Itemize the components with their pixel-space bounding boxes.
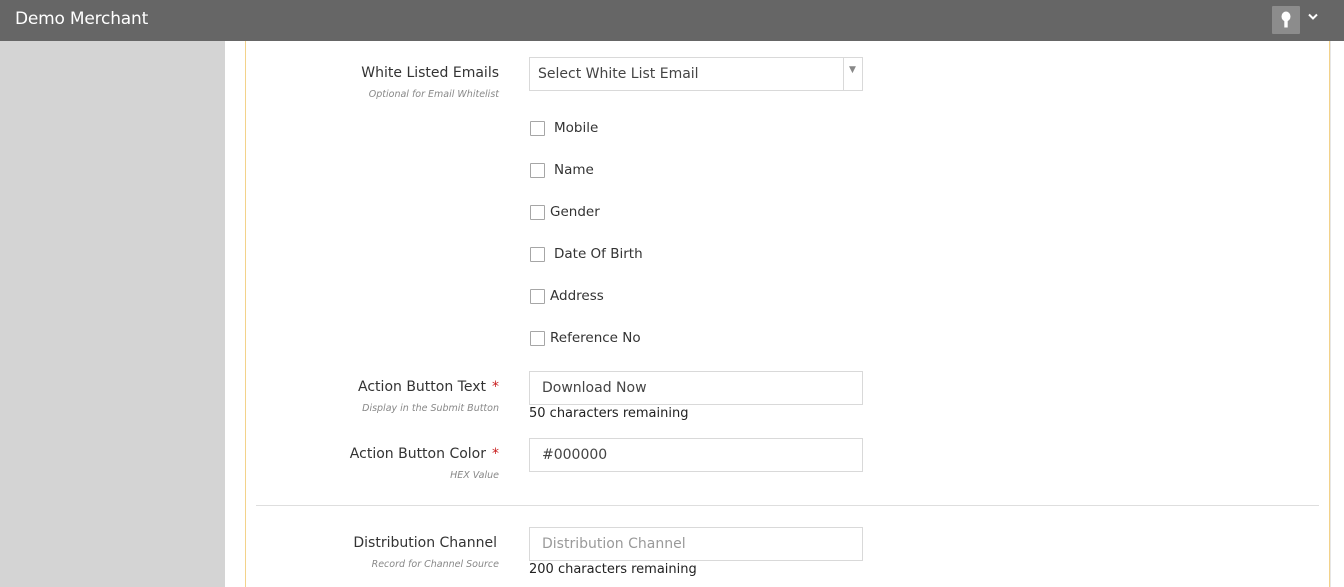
action-text-field[interactable] (529, 371, 863, 405)
required-marker: * (492, 446, 499, 462)
checkbox[interactable] (530, 247, 545, 262)
action-color-label-text: Action Button Color (349, 446, 486, 462)
checkbox[interactable] (530, 121, 545, 136)
whitelist-label: White Listed Emails (361, 65, 499, 81)
checkbox[interactable] (530, 163, 545, 178)
panel-border-left (245, 41, 246, 587)
top-bar: Demo Merchant (0, 0, 1344, 41)
distribution-hint: Record for Channel Source (371, 559, 499, 570)
distribution-counter: 200 characters remaining (529, 562, 697, 577)
whitelist-select-value: Select White List Email (538, 66, 699, 82)
checkbox-label: Name (554, 162, 594, 178)
panel-border-right (1329, 41, 1330, 587)
checkbox-label: Mobile (554, 120, 599, 136)
action-text-label-text: Action Button Text (358, 379, 486, 395)
action-color-field[interactable] (529, 438, 863, 472)
caret-down-icon: ▼ (849, 65, 856, 75)
checkbox[interactable] (530, 331, 545, 346)
required-marker: * (492, 379, 499, 395)
checkbox[interactable] (530, 289, 545, 304)
key-icon (1281, 11, 1291, 28)
chevron-down-icon[interactable] (1307, 12, 1319, 22)
checkbox-label: Gender (550, 204, 600, 220)
action-color-input[interactable] (530, 439, 862, 471)
dropdown-toggle[interactable]: ▼ (843, 58, 862, 90)
action-color-label: Action Button Color * (350, 446, 499, 462)
action-text-label: Action Button Text * (358, 379, 499, 395)
checkbox[interactable] (530, 205, 545, 220)
checkbox-label: Address (550, 288, 604, 304)
distribution-label: Distribution Channel (353, 535, 497, 551)
scrollbar-track[interactable] (1330, 41, 1344, 587)
section-divider (256, 505, 1319, 506)
action-text-hint: Display in the Submit Button (362, 403, 499, 414)
sidebar (0, 41, 225, 587)
checkbox-label: Date Of Birth (554, 246, 643, 262)
distribution-input[interactable] (530, 528, 862, 560)
action-text-input[interactable] (530, 372, 862, 404)
action-color-hint: HEX Value (450, 470, 499, 481)
app-title: Demo Merchant (15, 9, 149, 29)
whitelist-hint: Optional for Email Whitelist (368, 89, 499, 100)
whitelist-email-select[interactable]: Select White List Email ▼ (529, 57, 863, 91)
action-text-counter: 50 characters remaining (529, 406, 689, 421)
user-menu-avatar[interactable] (1272, 6, 1300, 34)
checkbox-label: Reference No (550, 330, 641, 346)
distribution-field[interactable] (529, 527, 863, 561)
